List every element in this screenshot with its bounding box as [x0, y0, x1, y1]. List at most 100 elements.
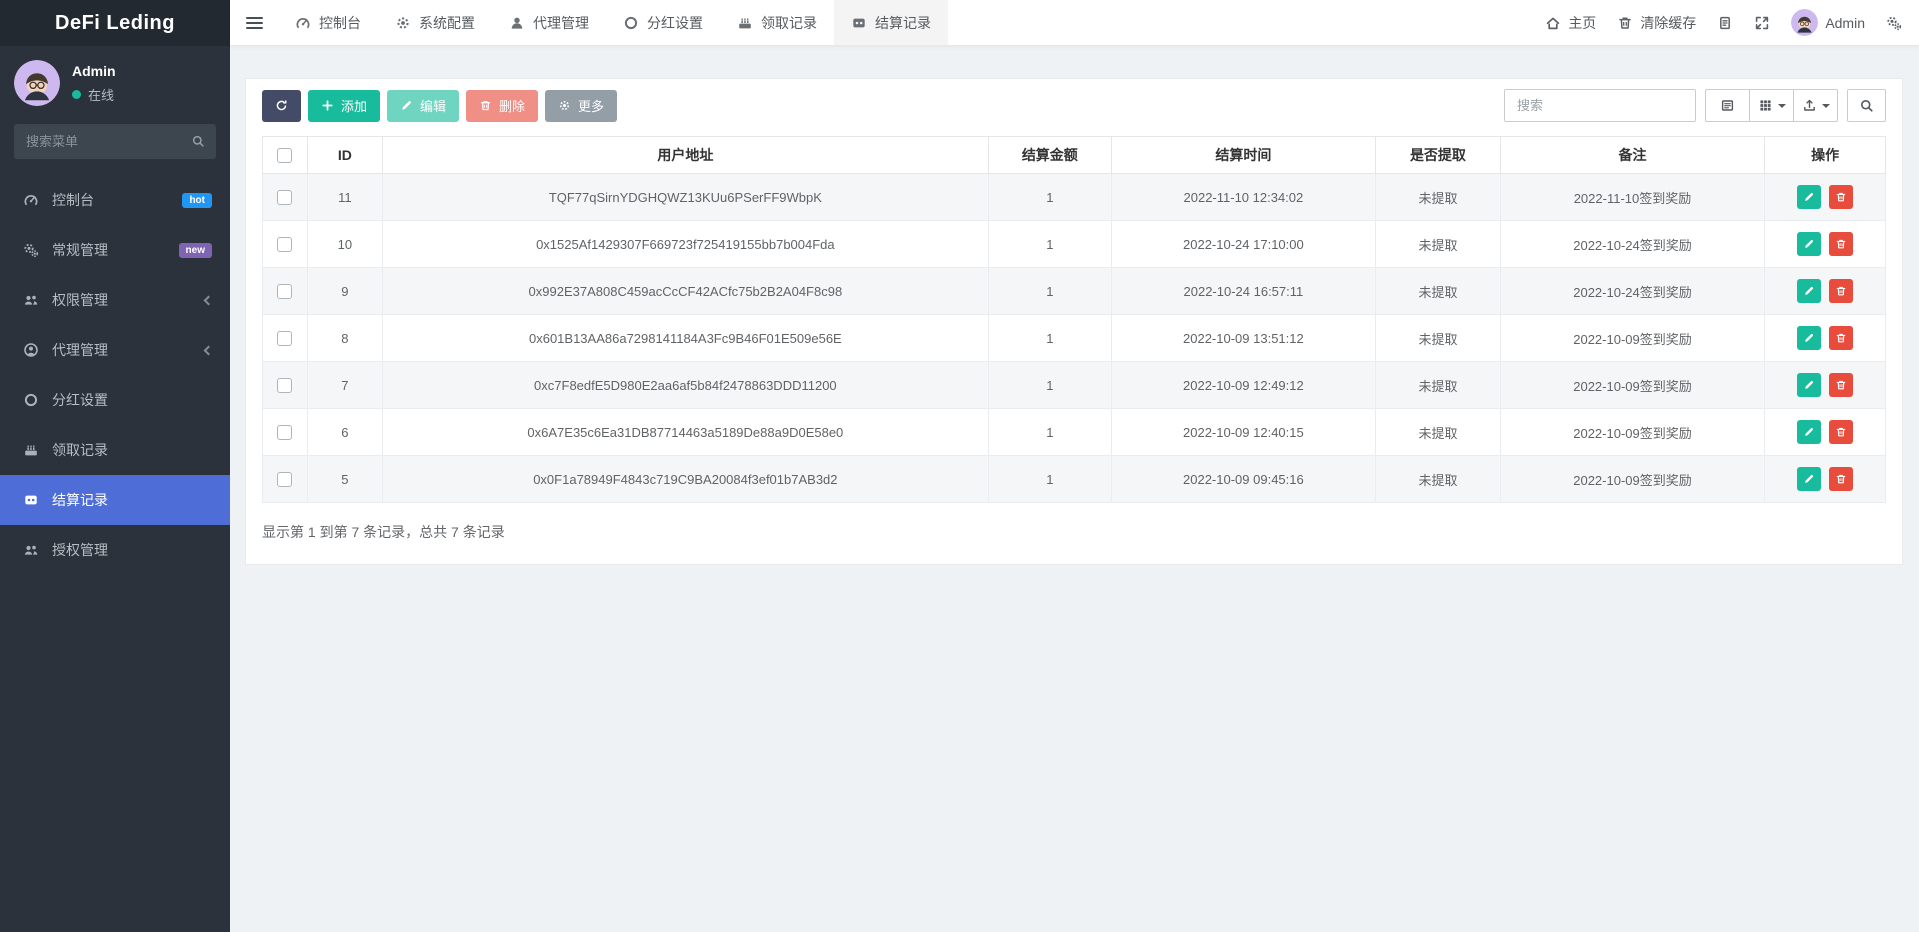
row-checkbox[interactable] — [277, 331, 292, 346]
row-edit-button[interactable] — [1797, 185, 1821, 209]
row-checkbox[interactable] — [277, 190, 292, 205]
row-checkbox[interactable] — [277, 284, 292, 299]
cell-id: 6 — [307, 409, 382, 456]
select-all-checkbox[interactable] — [277, 148, 292, 163]
cell-address: 0x601B13AA86a7298141184A3Fc9B46F01E509e5… — [382, 315, 988, 362]
columns-button[interactable] — [1749, 89, 1794, 122]
sidebar-item-permissions[interactable]: 权限管理 — [0, 275, 230, 325]
user-avatar — [1791, 9, 1818, 36]
more-button[interactable]: 更多 — [545, 90, 617, 122]
settings-button[interactable] — [1886, 15, 1902, 31]
user-menu[interactable]: Admin — [1791, 9, 1865, 36]
edit-label: 编辑 — [420, 96, 446, 115]
cell-time: 2022-10-09 09:45:16 — [1111, 456, 1375, 503]
row-edit-button[interactable] — [1797, 279, 1821, 303]
more-label: 更多 — [578, 96, 604, 115]
row-edit-button[interactable] — [1797, 326, 1821, 350]
users-icon — [23, 542, 39, 558]
tab-settlement-records[interactable]: 结算记录 — [834, 0, 948, 45]
cell-amount: 1 — [988, 174, 1111, 221]
cell-address: 0x992E37A808C459acCcCF42ACfc75b2B2A04F8c… — [382, 268, 988, 315]
user-status-label: 在线 — [88, 85, 114, 104]
row-edit-button[interactable] — [1797, 467, 1821, 491]
cell-id: 5 — [307, 456, 382, 503]
row-delete-button[interactable] — [1829, 326, 1853, 350]
sidebar-item-authorization[interactable]: 授权管理 — [0, 525, 230, 575]
table-row: 7 0xc7F8edfE5D980E2aa6af5b84f2478863DDD1… — [263, 362, 1886, 409]
sidebar-search — [14, 124, 216, 159]
table-row: 9 0x992E37A808C459acCcCF42ACfc75b2B2A04F… — [263, 268, 1886, 315]
table-row: 8 0x601B13AA86a7298141184A3Fc9B46F01E509… — [263, 315, 1886, 362]
row-delete-button[interactable] — [1829, 373, 1853, 397]
cell-time: 2022-10-24 16:57:11 — [1111, 268, 1375, 315]
row-delete-button[interactable] — [1829, 467, 1853, 491]
sidebar-item-label: 授权管理 — [52, 540, 108, 560]
export-button[interactable] — [1793, 89, 1838, 122]
tab-label: 系统配置 — [419, 13, 475, 33]
cell-id: 10 — [307, 221, 382, 268]
cell-remark: 2022-10-09签到奖励 — [1500, 315, 1764, 362]
table-search-input[interactable] — [1504, 89, 1696, 122]
row-delete-button[interactable] — [1829, 232, 1853, 256]
sidebar-item-settlement-records[interactable]: 结算记录 — [0, 475, 230, 525]
row-edit-button[interactable] — [1797, 373, 1821, 397]
trash-icon — [1835, 473, 1847, 485]
detail-view-button[interactable] — [1705, 89, 1750, 122]
trash-icon — [1835, 238, 1847, 250]
cell-actions — [1765, 315, 1886, 362]
cell-address: 0x6A7E35c6Ea31DB87714463a5189De88a9D0E58… — [382, 409, 988, 456]
tab-dashboard[interactable]: 控制台 — [278, 0, 378, 45]
cell-remark: 2022-11-10签到奖励 — [1500, 174, 1764, 221]
row-delete-button[interactable] — [1829, 185, 1853, 209]
sidebar-item-claim-records[interactable]: 领取记录 — [0, 425, 230, 475]
row-checkbox[interactable] — [277, 378, 292, 393]
view-button-group — [1705, 89, 1838, 122]
row-delete-button[interactable] — [1829, 279, 1853, 303]
column-header-withdrawn: 是否提取 — [1376, 137, 1501, 174]
clear-cache-button[interactable]: 清除缓存 — [1617, 13, 1696, 33]
fullscreen-button[interactable] — [1754, 15, 1770, 31]
row-checkbox[interactable] — [277, 472, 292, 487]
row-delete-button[interactable] — [1829, 420, 1853, 444]
main-area: 控制台 系统配置 代理管理 分红设置 领取记录 结算记录 — [230, 0, 1919, 932]
sidebar-item-dashboard[interactable]: 控制台 hot — [0, 175, 230, 225]
sidebar-item-agents[interactable]: 代理管理 — [0, 325, 230, 375]
cell-actions — [1765, 362, 1886, 409]
edit-button[interactable]: 编辑 — [387, 90, 459, 122]
tab-agents[interactable]: 代理管理 — [492, 0, 606, 45]
tab-claim-records[interactable]: 领取记录 — [720, 0, 834, 45]
pencil-icon — [1803, 285, 1815, 297]
menu-search-input[interactable] — [14, 124, 216, 159]
refresh-button[interactable] — [262, 90, 301, 122]
home-link[interactable]: 主页 — [1545, 13, 1596, 33]
tab-system-config[interactable]: 系统配置 — [378, 0, 492, 45]
search-submit-button[interactable] — [1847, 89, 1886, 122]
cogs-icon — [1886, 15, 1902, 31]
tab-dividend[interactable]: 分红设置 — [606, 0, 720, 45]
row-edit-button[interactable] — [1797, 420, 1821, 444]
row-edit-button[interactable] — [1797, 232, 1821, 256]
cell-time: 2022-10-09 12:49:12 — [1111, 362, 1375, 409]
add-button[interactable]: 添加 — [308, 90, 380, 122]
chevron-left-icon — [204, 295, 214, 305]
sidebar-item-general[interactable]: 常规管理 new — [0, 225, 230, 275]
users-icon — [23, 292, 39, 308]
row-checkbox[interactable] — [277, 425, 292, 440]
list-view-icon — [1720, 98, 1735, 113]
hamburger-menu-icon[interactable] — [230, 0, 278, 45]
delete-button[interactable]: 删除 — [466, 90, 538, 122]
cell-address: 0x1525Af1429307F669723f725419155bb7b004F… — [382, 221, 988, 268]
navbar-user-name: Admin — [1825, 15, 1865, 31]
pencil-icon — [1803, 426, 1815, 438]
sidebar-menu: 控制台 hot 常规管理 new 权限管理 代理管理 分红设置 — [0, 175, 230, 575]
file-button[interactable] — [1717, 15, 1733, 31]
tab-label: 分红设置 — [647, 13, 703, 33]
cell-amount: 1 — [988, 409, 1111, 456]
caret-down-icon — [1822, 104, 1830, 108]
sidebar-item-dividend[interactable]: 分红设置 — [0, 375, 230, 425]
cell-amount: 1 — [988, 315, 1111, 362]
cell-withdrawn: 未提取 — [1376, 174, 1501, 221]
row-checkbox[interactable] — [277, 237, 292, 252]
new-badge: new — [179, 243, 212, 258]
cell-address: 0x0F1a78949F4843c719C9BA20084f3ef01b7AB3… — [382, 456, 988, 503]
